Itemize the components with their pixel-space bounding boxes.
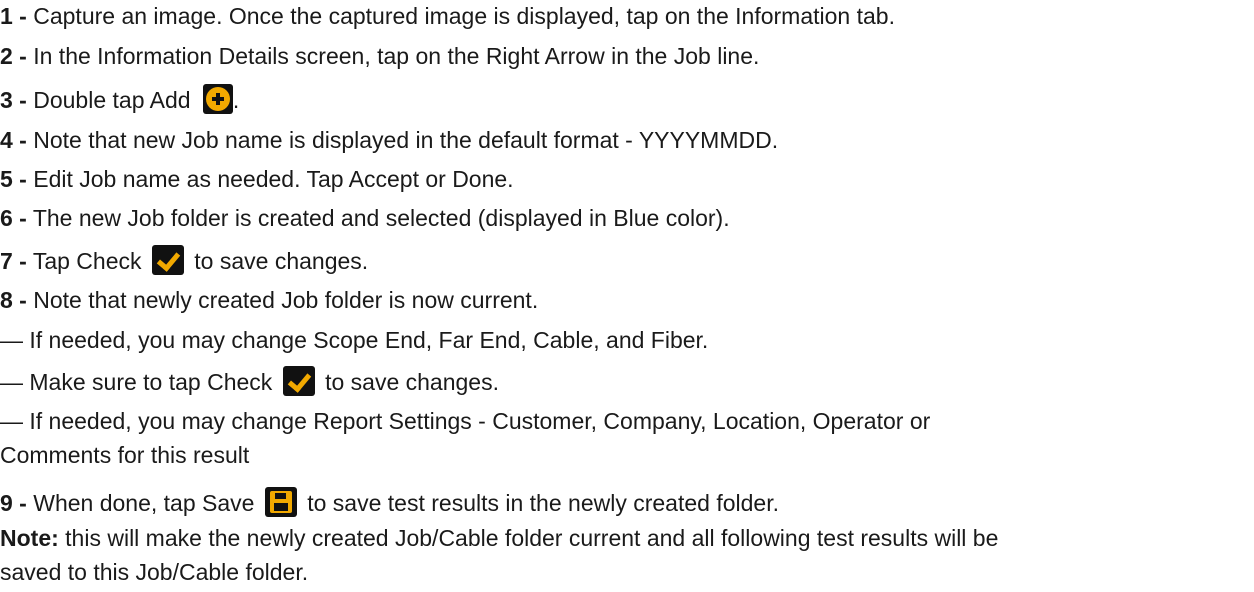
check-icon (282, 366, 315, 396)
step-text: Double tap Add (33, 87, 197, 113)
step-text: Note that newly created Job folder is no… (33, 287, 539, 313)
step-6: 6 - The new Job folder is created and se… (0, 204, 730, 232)
step-number: 4 - (0, 127, 27, 153)
step-3: 3 - Double tap Add . (0, 84, 239, 114)
step-number: 5 - (0, 166, 27, 192)
sub-item-text: — If needed, you may change Scope End, F… (0, 327, 709, 353)
step-text: In the Information Details screen, tap o… (33, 43, 760, 69)
step-1: 1 - Capture an image. Once the captured … (0, 2, 895, 30)
step-2: 2 - In the Information Details screen, t… (0, 42, 759, 70)
step-text: Tap Check (32, 248, 148, 274)
note-line1: Note: this will make the newly created J… (0, 524, 998, 552)
step-number: 1 - (0, 3, 27, 29)
step-4: 4 - Note that new Job name is displayed … (0, 126, 778, 154)
note-text: this will make the newly created Job/Cab… (58, 525, 999, 551)
step-text: Capture an image. Once the captured imag… (33, 3, 895, 29)
sub-item-2: — Make sure to tap Check to save changes… (0, 366, 499, 396)
sub-item-text-end: to save changes. (318, 369, 499, 395)
sub-item-3-line1: — If needed, you may change Report Setti… (0, 407, 930, 435)
sub-item-3-line2: Comments for this result (0, 441, 249, 469)
sub-item-1: — If needed, you may change Scope End, F… (0, 326, 708, 354)
step-text-end: to save test results in the newly create… (300, 490, 779, 516)
note-line2: saved to this Job/Cable folder. (0, 558, 308, 586)
step-number: 9 - (0, 490, 27, 516)
add-circle-icon (202, 84, 233, 114)
note-label: Note: (0, 525, 59, 551)
check-icon (151, 245, 184, 275)
step-text-end: . (232, 87, 240, 113)
step-number: 8 - (0, 287, 27, 313)
step-text-end: to save changes. (187, 248, 369, 274)
step-number: 7 - (0, 248, 27, 274)
step-number: 2 - (0, 43, 27, 69)
step-text: The new Job folder is created and select… (32, 205, 730, 231)
sub-item-text: — Make sure to tap Check (0, 369, 279, 395)
step-7: 7 - Tap Check to save changes. (0, 245, 368, 275)
note-text: saved to this Job/Cable folder. (0, 559, 309, 585)
step-text: When done, tap Save (33, 490, 261, 516)
step-text: Note that new Job name is displayed in t… (33, 127, 779, 153)
step-9: 9 - When done, tap Save to save test res… (0, 487, 779, 517)
step-text: Edit Job name as needed. Tap Accept or D… (33, 166, 514, 192)
step-8: 8 - Note that newly created Job folder i… (0, 286, 538, 314)
step-number: 3 - (0, 87, 27, 113)
step-5: 5 - Edit Job name as needed. Tap Accept … (0, 165, 514, 193)
step-number: 6 - (0, 205, 27, 231)
save-disk-icon (264, 487, 297, 517)
sub-item-text: — If needed, you may change Report Setti… (0, 408, 931, 434)
sub-item-text: Comments for this result (0, 442, 250, 468)
